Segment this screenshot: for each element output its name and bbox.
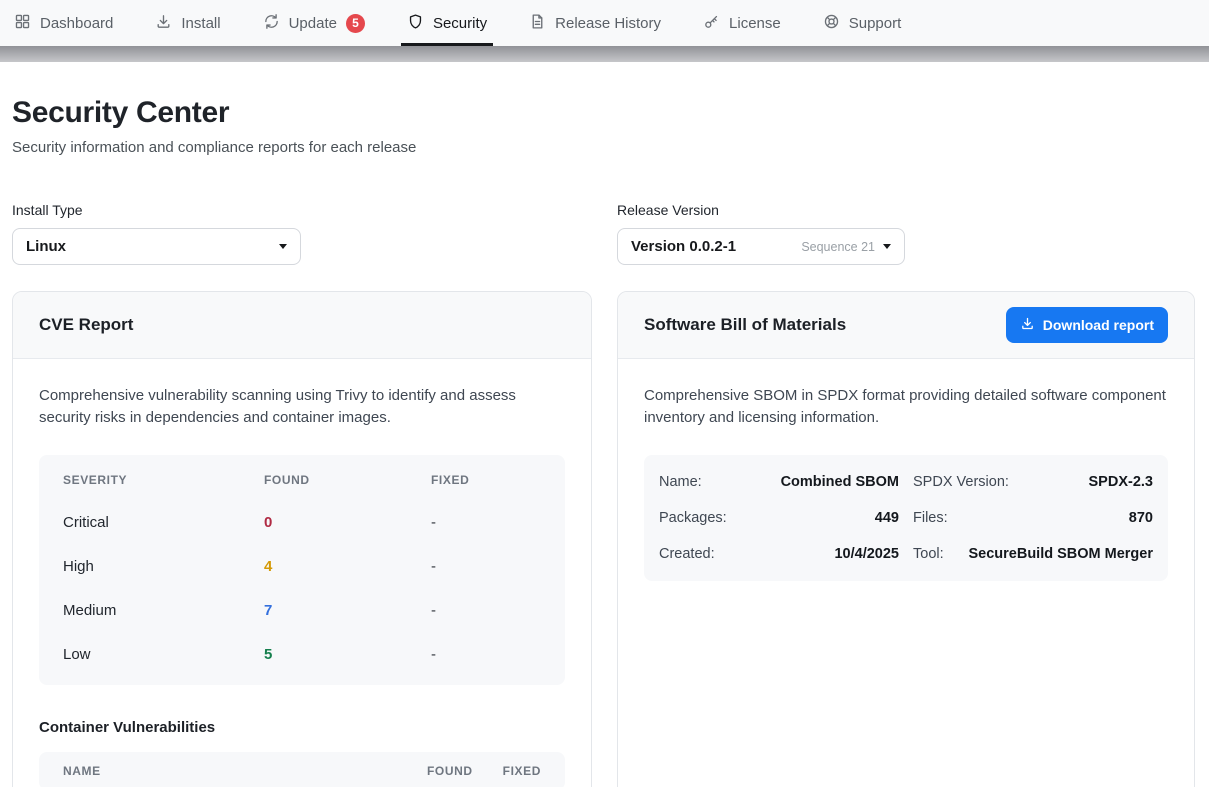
install-type-label: Install Type [12,202,592,218]
sbom-description: Comprehensive SBOM in SPDX format provid… [644,385,1168,429]
fixed-count: - [431,514,541,531]
info-value: 10/4/2025 [834,546,899,562]
sbom-info-tool: Tool: SecureBuild SBOM Merger [913,536,1153,572]
severity-table: SEVERITY FOUND FIXED Critical 0 - High 4… [39,455,565,685]
dashboard-grid-icon [14,13,31,34]
nav-label: Release History [555,15,661,32]
sequence-label: Sequence 21 [801,240,875,254]
found-count: 4 [264,558,431,575]
nav-item-update[interactable]: Update 5 [263,0,365,46]
nav-label: Support [849,15,902,32]
nav-item-release-history[interactable]: Release History [529,0,661,46]
cards-row: CVE Report Comprehensive vulnerability s… [12,291,1197,787]
sbom-info-files: Files: 870 [913,500,1153,536]
install-type-select[interactable]: Linux [12,228,301,265]
page-title: Security Center [12,96,1197,130]
severity-label: Critical [63,514,264,531]
page-content: Security Center Security information and… [0,96,1209,787]
cve-report-title: CVE Report [39,315,133,335]
release-version-label: Release Version [617,202,1195,218]
sbom-body: Comprehensive SBOM in SPDX format provid… [618,359,1194,607]
sbom-info-packages: Packages: 449 [659,500,899,536]
cve-report-header: CVE Report [13,292,591,359]
column-header-found: FOUND [264,473,431,487]
document-icon [529,13,546,34]
severity-label: Low [63,646,264,663]
found-count: 5 [264,646,431,663]
info-value: SecureBuild SBOM Merger [968,546,1153,562]
filters-row: Install Type Linux Release Version Versi… [12,202,1197,265]
sbom-header: Software Bill of Materials Download repo… [618,292,1194,359]
column-header-fixed: FIXED [431,473,541,487]
cve-report-body: Comprehensive vulnerability scanning usi… [13,359,591,787]
nav-label: Dashboard [40,15,113,32]
download-report-button[interactable]: Download report [1006,307,1168,343]
nav-item-install[interactable]: Install [155,0,220,46]
info-value: SPDX-2.3 [1089,474,1153,490]
info-label: Name: [659,474,702,490]
info-value: 870 [1129,510,1153,526]
sbom-title: Software Bill of Materials [644,315,846,335]
nav-label: License [729,15,781,32]
severity-label: Medium [63,602,264,619]
release-version-filter: Release Version Version 0.0.2-1 Sequence… [617,202,1195,265]
fixed-count: - [431,646,541,663]
fixed-count: - [431,602,541,619]
severity-label: High [63,558,264,575]
nav-item-dashboard[interactable]: Dashboard [14,0,113,46]
nav-item-support[interactable]: Support [823,0,902,46]
column-header-name: NAME [63,764,427,778]
info-label: Files: [913,510,948,526]
info-label: Created: [659,546,715,562]
fixed-count: - [431,558,541,575]
release-version-value: Version 0.0.2-1 [631,238,736,255]
sbom-info-grid: Name: Combined SBOM SPDX Version: SPDX-2… [644,455,1168,581]
column-header-found: FOUND [427,764,473,778]
table-row: High 4 - [39,545,565,589]
lifebuoy-icon [823,13,840,34]
key-icon [703,13,720,34]
container-vulnerabilities-title: Container Vulnerabilities [39,719,565,736]
nav-label: Security [433,15,487,32]
found-count: 0 [264,514,431,531]
container-vulnerabilities-header: NAME FOUND FIXED [39,752,565,787]
severity-table-header: SEVERITY FOUND FIXED [39,459,565,501]
info-label: Packages: [659,510,727,526]
table-row: Medium 7 - [39,589,565,633]
table-row: Critical 0 - [39,501,565,545]
sbom-card: Software Bill of Materials Download repo… [617,291,1195,787]
cve-report-description: Comprehensive vulnerability scanning usi… [39,385,565,429]
shield-icon [407,13,424,34]
header-divider-bar [0,46,1209,62]
sbom-info-spdx-version: SPDX Version: SPDX-2.3 [913,464,1153,500]
chevron-down-icon [279,244,287,249]
chevron-down-icon [883,244,891,249]
info-value: 449 [875,510,899,526]
column-header-fixed: FIXED [503,764,541,778]
info-label: SPDX Version: [913,474,1009,490]
found-count: 7 [264,602,431,619]
refresh-icon [263,13,280,34]
release-version-select[interactable]: Version 0.0.2-1 Sequence 21 [617,228,905,265]
info-label: Tool: [913,546,944,562]
install-type-filter: Install Type Linux [12,202,592,265]
page-subtitle: Security information and compliance repo… [12,139,1197,156]
info-value: Combined SBOM [781,474,899,490]
table-row: Low 5 - [39,633,565,677]
column-header-severity: SEVERITY [63,473,264,487]
download-report-label: Download report [1043,317,1154,333]
nav-item-security[interactable]: Security [407,0,487,46]
nav-label: Install [181,15,220,32]
download-icon [1020,316,1035,334]
cve-report-card: CVE Report Comprehensive vulnerability s… [12,291,592,787]
update-count-badge: 5 [346,14,365,33]
top-navigation: Dashboard Install Update 5 Security Rele… [0,0,1209,46]
sbom-info-created: Created: 10/4/2025 [659,536,899,572]
nav-label: Update [289,15,337,32]
sbom-info-name: Name: Combined SBOM [659,464,899,500]
install-type-value: Linux [26,238,66,255]
download-icon [155,13,172,34]
nav-item-license[interactable]: License [703,0,781,46]
